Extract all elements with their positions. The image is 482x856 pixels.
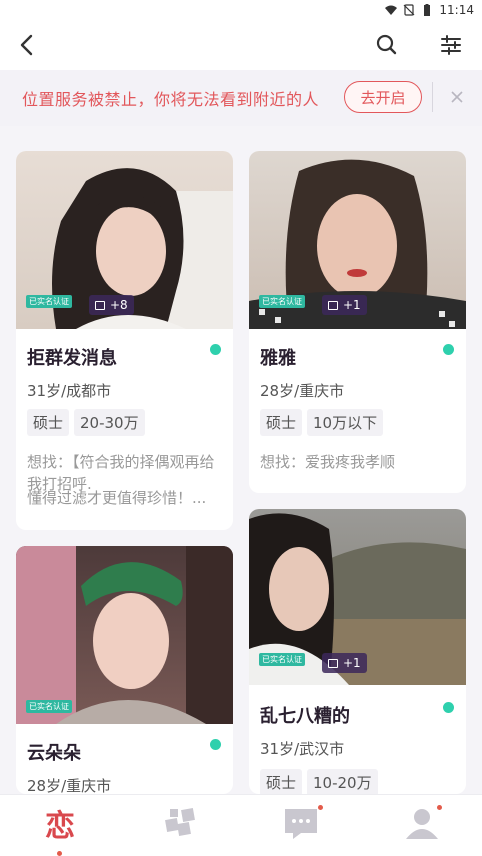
- education-tag: 硕士: [27, 409, 70, 436]
- profile-photo[interactable]: 已实名认证 +8: [16, 151, 233, 329]
- profile-photo[interactable]: 已实名认证 +1: [249, 509, 466, 685]
- profile-notification-dot: [437, 805, 442, 810]
- active-tab-indicator: [57, 851, 62, 856]
- education-tag: 硕士: [260, 409, 303, 436]
- messages-notification-dot: [318, 805, 323, 810]
- age-city: 28岁/重庆市: [260, 382, 345, 400]
- banner-text: 位置服务被禁止，你将无法看到附近的人: [22, 90, 320, 109]
- bottom-tab-bar: 恋: [0, 794, 482, 856]
- online-status-dot: [443, 702, 454, 713]
- age-city: 31岁/成都市: [27, 382, 112, 400]
- profile-card[interactable]: 已实名认证 +8 拒群发消息 31岁/成都市 硕士 20-30万 想找：【符合我…: [16, 151, 233, 530]
- verified-badge: 已实名认证: [26, 700, 72, 713]
- image-icon: [328, 300, 338, 310]
- profile-photo[interactable]: 已实名认证 +1: [249, 151, 466, 329]
- online-status-dot: [443, 344, 454, 355]
- profile-icon[interactable]: [402, 803, 442, 843]
- education-tag: 硕士: [260, 769, 303, 794]
- profile-photo[interactable]: 已实名认证: [16, 546, 233, 724]
- profile-name: 乱七八糟的: [260, 706, 350, 727]
- banner-divider: [432, 82, 433, 112]
- search-icon[interactable]: [374, 32, 400, 58]
- photo-count: +1: [343, 298, 361, 312]
- filter-icon[interactable]: [438, 32, 464, 58]
- top-bar: [0, 20, 482, 70]
- enable-location-button[interactable]: 去开启: [344, 81, 422, 113]
- profile-name: 云朵朵: [27, 743, 81, 764]
- looking-for-text-more: 懂得过滤才更值得珍惜！...: [27, 489, 207, 507]
- looking-for-text: 想找：爱我疼我孝顺: [260, 453, 396, 471]
- age-city: 28岁/重庆市: [27, 777, 112, 794]
- profile-name: 拒群发消息: [27, 348, 117, 369]
- location-banner: 位置服务被禁止，你将无法看到附近的人 去开启: [0, 70, 482, 126]
- status-time: 11:14: [439, 3, 474, 17]
- online-status-dot: [210, 739, 221, 750]
- no-sim-icon: [403, 4, 415, 16]
- photo-count: +8: [110, 298, 128, 312]
- photo-count-badge[interactable]: +1: [322, 653, 367, 673]
- verified-badge: 已实名认证: [26, 295, 72, 308]
- photo-count: +1: [343, 656, 361, 670]
- income-tag: 10-20万: [307, 769, 378, 794]
- photo-count-badge[interactable]: +1: [322, 295, 367, 315]
- wifi-icon: [385, 5, 398, 15]
- income-tag: 10万以下: [307, 409, 384, 436]
- verified-badge: 已实名认证: [259, 653, 305, 666]
- discover-icon[interactable]: [160, 803, 200, 843]
- love-tab-icon[interactable]: 恋: [40, 803, 80, 844]
- image-icon: [328, 658, 338, 668]
- portrait-illustration: [16, 546, 233, 724]
- verified-badge: 已实名认证: [259, 295, 305, 308]
- profile-card[interactable]: 已实名认证 云朵朵 28岁/重庆市: [16, 546, 233, 794]
- age-city: 31岁/武汉市: [260, 740, 345, 758]
- close-icon[interactable]: [450, 90, 464, 104]
- profile-card[interactable]: 已实名认证 +1 雅雅 28岁/重庆市 硕士 10万以下 想找：爱我疼我孝顺: [249, 151, 466, 493]
- battery-icon: [424, 4, 431, 16]
- status-bar: 11:14: [0, 0, 482, 20]
- profile-card[interactable]: 已实名认证 +1 乱七八糟的 31岁/武汉市 硕士 10-20万: [249, 509, 466, 794]
- image-icon: [95, 300, 105, 310]
- photo-count-badge[interactable]: +8: [89, 295, 134, 315]
- messages-icon[interactable]: [281, 803, 321, 843]
- income-tag: 20-30万: [74, 409, 145, 436]
- online-status-dot: [210, 344, 221, 355]
- back-icon[interactable]: [14, 32, 40, 58]
- profile-name: 雅雅: [260, 348, 296, 369]
